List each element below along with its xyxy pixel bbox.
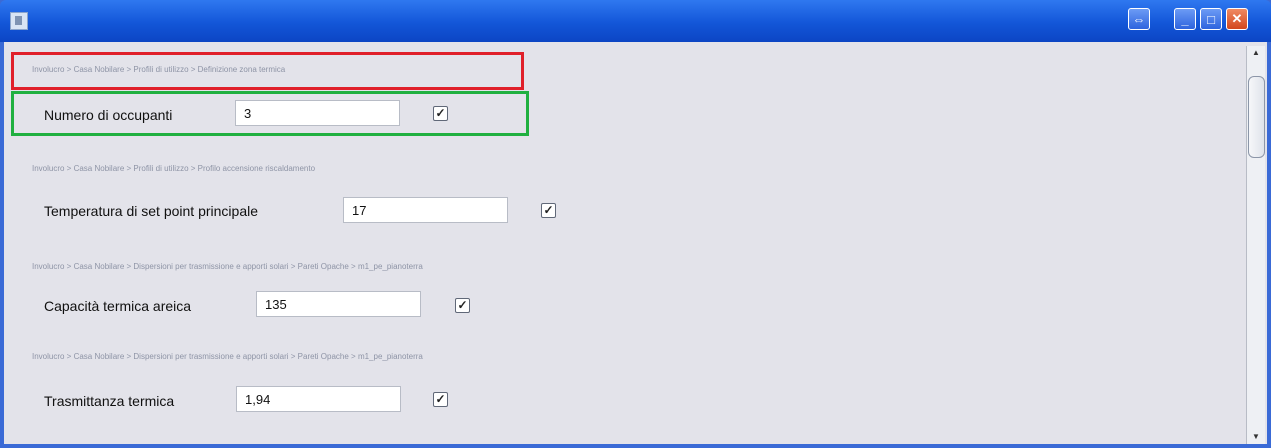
scroll-up-icon[interactable]: ▲ (1247, 46, 1265, 60)
breadcrumb: Involucro > Casa Nobilare > Profili di u… (32, 164, 316, 173)
setpoint-label: Temperatura di set point principale (44, 203, 259, 219)
app-icon (10, 12, 28, 30)
setpoint-input[interactable] (343, 197, 508, 223)
vertical-scrollbar[interactable]: ▲ ▼ (1246, 46, 1265, 444)
restore-icon[interactable]: ⇔ (1128, 8, 1150, 30)
transmittance-label: Trasmittanza termica (44, 393, 175, 409)
heat-capacity-label: Capacità termica areica (44, 298, 192, 314)
field-highlight (11, 91, 529, 136)
transmittance-input[interactable] (236, 386, 401, 412)
setpoint-checkbox[interactable]: ✓ (541, 203, 556, 218)
transmittance-checkbox[interactable]: ✓ (433, 392, 448, 407)
scroll-thumb[interactable] (1248, 76, 1265, 158)
maximize-icon[interactable]: □ (1200, 8, 1222, 30)
breadcrumb: Involucro > Casa Nobilare > Dispersioni … (32, 352, 423, 361)
breadcrumb-highlight (11, 52, 524, 90)
heat-capacity-input[interactable] (256, 291, 421, 317)
minimize-icon[interactable]: _ (1174, 8, 1196, 30)
breadcrumb: Involucro > Casa Nobilare > Dispersioni … (32, 262, 423, 271)
close-icon[interactable]: ✕ (1226, 8, 1248, 30)
scroll-down-icon[interactable]: ▼ (1247, 430, 1265, 444)
title-bar[interactable]: ⇔ _ □ ✕ (0, 0, 1271, 42)
heat-capacity-checkbox[interactable]: ✓ (455, 298, 470, 313)
